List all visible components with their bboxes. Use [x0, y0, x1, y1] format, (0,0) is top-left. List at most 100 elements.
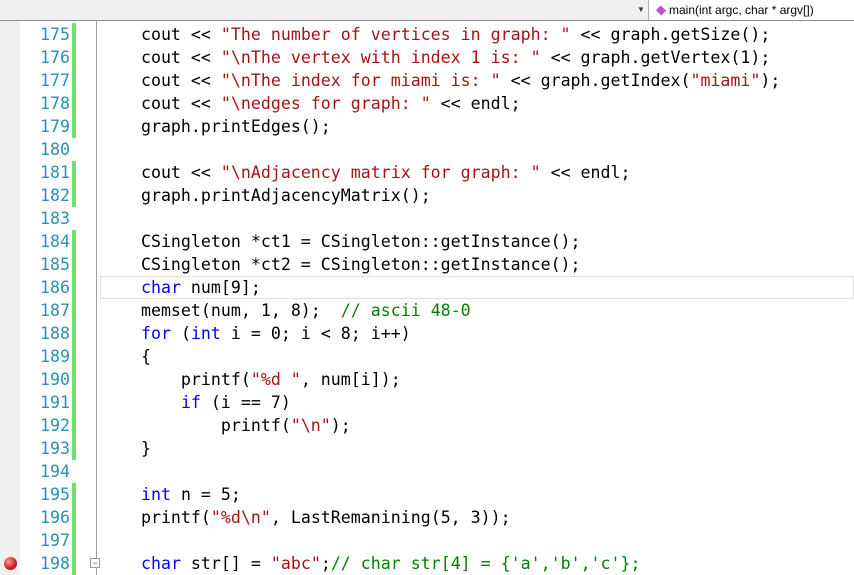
code-text: cout << "\nThe index for miami is: " << …	[101, 69, 780, 92]
code-line[interactable]: 183	[0, 207, 854, 230]
code-line[interactable]: − 198 char str[] = "abc";// char str[4] =…	[0, 552, 854, 575]
change-indicator	[72, 92, 76, 115]
code-text: cout << "\nAdjacency matrix for graph: "…	[101, 161, 631, 184]
string-literal: "%d\n"	[210, 508, 271, 527]
code-line[interactable]: 181 cout << "\nAdjacency matrix for grap…	[0, 161, 854, 184]
code-line[interactable]: 190 printf("%d ", num[i]);	[0, 368, 854, 391]
code-line[interactable]: 189 {	[0, 345, 854, 368]
string-literal: "miami"	[690, 71, 761, 90]
code-line[interactable]: 176 cout << "\nThe vertex with index 1 i…	[0, 46, 854, 69]
line-number: 190	[40, 370, 70, 389]
code-token: );	[330, 416, 351, 435]
code-text: CSingleton *ct1 = CSingleton::getInstanc…	[101, 230, 581, 253]
code-token: str[] =	[180, 554, 271, 573]
change-indicator	[72, 115, 76, 138]
code-line[interactable]: 191 if (i == 7)	[0, 391, 854, 414]
line-number: 196	[40, 508, 70, 527]
change-indicator	[72, 437, 76, 460]
code-text: printf("\n");	[101, 414, 351, 437]
code-text: graph.printEdges();	[101, 115, 331, 138]
keyword: for	[140, 324, 171, 343]
keyword: int	[190, 324, 221, 343]
code-line[interactable]: 193 }	[0, 437, 854, 460]
code-line[interactable]: 185 CSingleton *ct2 = CSingleton::getIns…	[0, 253, 854, 276]
code-line[interactable]: 192 printf("\n");	[0, 414, 854, 437]
code-line[interactable]: 184 CSingleton *ct1 = CSingleton::getIns…	[0, 230, 854, 253]
code-token: CSingleton *ct1 = CSingleton::getInstanc…	[101, 232, 581, 251]
code-token: i = 0; i < 8; i++)	[220, 324, 411, 343]
code-text: {	[101, 345, 151, 368]
code-line[interactable]: 187 memset(num, 1, 8); // ascii 48-0	[0, 299, 854, 322]
code-line[interactable]: 175 cout << "The number of vertices in g…	[0, 23, 854, 46]
line-number: 176	[40, 48, 70, 67]
code-line[interactable]: 179 graph.printEdges();	[0, 115, 854, 138]
line-number: 195	[40, 485, 70, 504]
line-number: 181	[40, 163, 70, 182]
change-indicator	[72, 230, 76, 253]
collapse-icon[interactable]: −	[90, 558, 100, 568]
code-line[interactable]: 195 int n = 5;	[0, 483, 854, 506]
method-icon	[655, 5, 667, 16]
change-indicator	[72, 483, 76, 506]
code-token: , num[i]);	[300, 370, 401, 389]
change-indicator	[72, 23, 76, 46]
code-token: << graph.getVertex(1);	[540, 48, 771, 67]
code-text: for (int i = 0; i < 8; i++)	[101, 322, 411, 345]
code-text: cout << "\nedges for graph: " << endl;	[101, 92, 521, 115]
chevron-down-icon[interactable]: ▼	[637, 0, 645, 20]
line-number: 189	[40, 347, 70, 366]
code-line[interactable]: 196 printf("%d\n", LastRemanining(5, 3))…	[0, 506, 854, 529]
line-number: 177	[40, 71, 70, 90]
code-line[interactable]: 180	[0, 138, 854, 161]
keyword: char	[140, 278, 181, 297]
keyword: if	[180, 393, 201, 412]
code-line[interactable]: 197	[0, 529, 854, 552]
code-token: printf(	[101, 508, 211, 527]
code-line[interactable]: 182 graph.printAdjacencyMatrix();	[0, 184, 854, 207]
change-indicator	[72, 345, 76, 368]
code-text: graph.printAdjacencyMatrix();	[101, 184, 431, 207]
code-token: printf(	[101, 370, 251, 389]
code-text: int n = 5;	[101, 483, 241, 506]
code-text: char num[9];	[101, 276, 261, 299]
line-number: 193	[40, 439, 70, 458]
code-token: graph.printAdjacencyMatrix();	[101, 186, 431, 205]
change-indicator	[72, 391, 76, 414]
code-line[interactable]: 194	[0, 460, 854, 483]
code-text: }	[101, 437, 151, 460]
code-text: char str[] = "abc";// char str[4] = {'a'…	[101, 552, 641, 575]
change-indicator	[72, 414, 76, 437]
line-number: 198	[40, 554, 70, 573]
code-line[interactable]: 188 for (int i = 0; i < 8; i++)	[0, 322, 854, 345]
string-literal: "\n"	[290, 416, 331, 435]
change-indicator	[72, 184, 76, 207]
code-token: memset(num, 1, 8);	[101, 301, 341, 320]
code-line[interactable]: 186 char num[9];	[0, 276, 854, 299]
function-dropdown-label: main(int argc, char * argv[])	[669, 3, 814, 17]
code-token: << endl;	[540, 163, 631, 182]
comment: // char str[4] = {'a','b','c'};	[330, 554, 641, 573]
code-token: graph.printEdges();	[101, 117, 331, 136]
code-token: << graph.getSize();	[570, 25, 771, 44]
code-token: << endl;	[430, 94, 521, 113]
code-token: (i == 7)	[200, 393, 291, 412]
breakpoint-icon[interactable]	[4, 557, 17, 570]
change-indicator	[72, 322, 76, 345]
code-text: if (i == 7)	[101, 391, 291, 414]
code-token: );	[760, 71, 781, 90]
code-token: printf(	[101, 416, 291, 435]
code-line[interactable]: 177 cout << "\nThe index for miami is: "…	[0, 69, 854, 92]
comment: // ascii 48-0	[340, 301, 471, 320]
code-line[interactable]: 178 cout << "\nedges for graph: " << end…	[0, 92, 854, 115]
line-number: 197	[40, 531, 70, 550]
code-editor[interactable]: 175 cout << "The number of vertices in g…	[0, 21, 854, 575]
change-indicator	[72, 529, 76, 552]
string-literal: "\nThe index for miami is: "	[220, 71, 501, 90]
change-indicator	[72, 299, 76, 322]
change-indicator	[72, 506, 76, 529]
function-dropdown[interactable]: ▼ main(int argc, char * argv[])	[637, 0, 854, 20]
